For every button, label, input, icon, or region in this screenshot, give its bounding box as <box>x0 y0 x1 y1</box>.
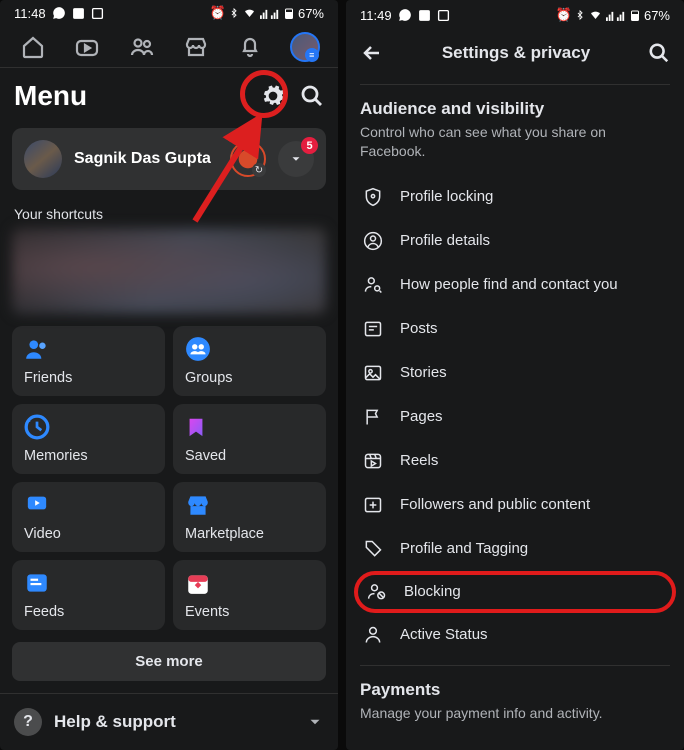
image-icon <box>362 362 384 384</box>
settings-header: Settings & privacy <box>346 30 684 76</box>
story-ring[interactable] <box>230 141 266 177</box>
right-screenshot: 11:49 ⏰ 67% Settings & privacy Audience … <box>346 0 684 750</box>
help-support-row[interactable]: ? Help & support <box>0 693 338 750</box>
row-profile-locking[interactable]: Profile locking <box>360 175 670 219</box>
row-reels[interactable]: Reels <box>360 439 670 483</box>
tab-home[interactable] <box>6 35 60 59</box>
notif-badge: 5 <box>301 137 318 154</box>
shortcuts-carousel[interactable] <box>12 228 326 314</box>
row-stories[interactable]: Stories <box>360 351 670 395</box>
menu-header: Menu <box>0 68 338 122</box>
help-icon: ? <box>14 708 42 736</box>
wifi-icon <box>588 9 603 21</box>
battery-icon <box>629 8 641 23</box>
person-circle-icon <box>362 230 384 252</box>
row-active-status[interactable]: Active Status <box>360 613 670 657</box>
tab-profile-menu[interactable] <box>278 32 332 62</box>
back-icon[interactable] <box>360 41 384 65</box>
followers-icon <box>362 494 384 516</box>
clock: 11:49 <box>360 8 392 23</box>
tile-saved[interactable]: Saved <box>173 404 326 474</box>
page-switcher[interactable]: 5 <box>278 141 314 177</box>
bluetooth-icon <box>229 6 239 20</box>
user-name: Sagnik Das Gupta <box>74 150 218 168</box>
tile-memories[interactable]: Memories <box>12 404 165 474</box>
tab-notifications[interactable] <box>223 35 277 59</box>
post-icon <box>362 318 384 340</box>
section-title: Payments <box>360 680 670 700</box>
chevron-down-icon <box>306 713 324 731</box>
settings-title: Settings & privacy <box>384 43 648 63</box>
battery-icon <box>283 6 295 21</box>
avatar <box>24 140 62 178</box>
linkedin-icon <box>418 9 431 22</box>
tag-icon <box>362 538 384 560</box>
top-nav <box>0 27 338 68</box>
clock: 11:48 <box>14 6 46 21</box>
tile-groups[interactable]: Groups <box>173 326 326 396</box>
row-followers[interactable]: Followers and public content <box>360 483 670 527</box>
whatsapp-icon <box>398 8 412 22</box>
box-icon <box>91 7 104 20</box>
box-icon <box>437 9 450 22</box>
row-profile-details[interactable]: Profile details <box>360 219 670 263</box>
section-desc: Control who can see what you share on Fa… <box>360 123 670 161</box>
row-posts[interactable]: Posts <box>360 307 670 351</box>
flag-icon <box>362 406 384 428</box>
gear-icon[interactable] <box>260 83 286 109</box>
divider <box>360 84 670 85</box>
tile-marketplace[interactable]: Marketplace <box>173 482 326 552</box>
tab-marketplace[interactable] <box>169 35 223 59</box>
battery-pct: 67% <box>644 8 670 23</box>
search-icon[interactable] <box>648 42 670 64</box>
menu-grid: Friends Groups Memories Saved Video Mark… <box>12 326 326 630</box>
tab-video[interactable] <box>60 35 114 59</box>
tab-friends[interactable] <box>115 35 169 59</box>
section-title: Audience and visibility <box>360 99 670 119</box>
tile-events[interactable]: Events <box>173 560 326 630</box>
wifi-icon <box>242 7 257 19</box>
tile-feeds[interactable]: Feeds <box>12 560 165 630</box>
bluetooth-icon <box>575 8 585 22</box>
left-screenshot: 11:48 ⏰ 67% Menu Sagnik Das Gupta <box>0 0 338 750</box>
section-desc: Manage your payment info and activity. <box>360 704 670 723</box>
row-tagging[interactable]: Profile and Tagging <box>360 527 670 571</box>
reels-icon <box>362 450 384 472</box>
signal-icon <box>606 9 626 22</box>
shield-icon <box>362 186 384 208</box>
divider <box>360 665 670 666</box>
row-pages[interactable]: Pages <box>360 395 670 439</box>
row-ads-payments[interactable]: Ads payments <box>360 737 670 750</box>
alarm-icon: ⏰ <box>556 7 572 23</box>
status-bar: 11:49 ⏰ 67% <box>346 0 684 30</box>
row-blocking[interactable]: Blocking <box>354 571 676 613</box>
tile-video[interactable]: Video <box>12 482 165 552</box>
search-icon[interactable] <box>300 83 324 109</box>
alarm-icon: ⏰ <box>210 5 226 21</box>
person-block-icon <box>366 581 388 603</box>
row-find-contact[interactable]: How people find and contact you <box>360 263 670 307</box>
page-title: Menu <box>14 80 87 112</box>
tile-friends[interactable]: Friends <box>12 326 165 396</box>
person-search-icon <box>362 274 384 296</box>
signal-icon <box>260 7 280 20</box>
linkedin-icon <box>72 7 85 20</box>
shortcuts-label: Your shortcuts <box>0 196 338 228</box>
person-icon <box>362 624 384 646</box>
battery-pct: 67% <box>298 6 324 21</box>
see-more-button[interactable]: See more <box>12 642 326 681</box>
whatsapp-icon <box>52 6 66 20</box>
status-bar: 11:48 ⏰ 67% <box>0 0 338 27</box>
user-card[interactable]: Sagnik Das Gupta 5 <box>12 128 326 190</box>
